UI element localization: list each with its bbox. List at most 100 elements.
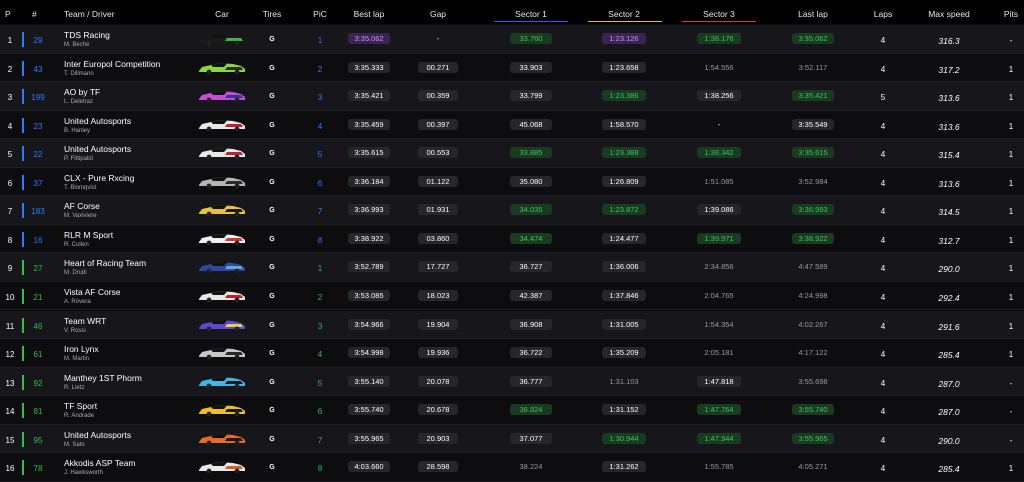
position-in-class: 4 (317, 350, 323, 360)
position: 15 (5, 435, 15, 445)
table-row[interactable]: 2 43 Inter Europol Competition T. Dillmann G… (0, 53, 1024, 83)
gap: 18.023 (418, 289, 458, 301)
table-row[interactable]: 5 22 United Autosports P. Fittipaldi G 5 3:35.… (0, 139, 1024, 168)
tire-compound: G (269, 264, 275, 272)
col-tires[interactable]: Tires (263, 9, 282, 19)
col-pic[interactable]: PiC (313, 9, 327, 19)
col-pits[interactable]: Pits (1004, 9, 1018, 19)
table-row[interactable]: 13 92 Manthey 1ST Phorm R. Lietz G 5 3:55.140 2… (0, 367, 1024, 397)
sector1-time: 38.224 (519, 462, 543, 472)
car-number: 22 (33, 150, 43, 160)
team-name: Heart of Racing Team (64, 258, 147, 269)
col-laps[interactable]: Laps (874, 9, 892, 19)
car-livery-icon (197, 432, 247, 446)
max-speed: 313.6 (938, 121, 960, 132)
col-sector2[interactable]: Sector 2 (608, 9, 640, 19)
gap: 20.903 (418, 432, 458, 444)
last-lap: 4:17.122 (798, 348, 828, 358)
laps: 4 (880, 36, 886, 45)
driver-name: R. Cullen (64, 241, 89, 248)
pit-stops: 1 (1008, 93, 1014, 103)
col-sector1[interactable]: Sector 1 (515, 9, 547, 19)
driver-name: M. Martin (64, 356, 90, 363)
col-sector3[interactable]: Sector 3 (703, 9, 735, 19)
col-best-lap[interactable]: Best lap (354, 9, 385, 19)
gap: 28.598 (418, 461, 458, 473)
laps: 4 (880, 178, 886, 188)
tire-compound: G (269, 150, 275, 158)
table-row[interactable]: 4 23 United Autosports B. Hanley G 4 3:35.459 0… (0, 110, 1024, 140)
last-lap: 3:38.922 (792, 232, 834, 244)
best-lap: 3:54.966 (348, 318, 390, 330)
col-p[interactable]: P (5, 9, 11, 19)
position-in-class: 4 (317, 121, 323, 131)
position-in-class: 1 (317, 264, 323, 274)
position-in-class: 3 (317, 93, 323, 103)
gap: 19.936 (418, 347, 458, 359)
sector1-time: 33.760 (510, 33, 552, 44)
col-last-lap[interactable]: Last lap (798, 9, 828, 19)
position: 1 (7, 36, 13, 45)
class-bar (22, 60, 24, 76)
best-lap: 3:35.615 (348, 147, 390, 159)
tire-compound: G (269, 350, 275, 358)
col-car[interactable]: Car (215, 9, 229, 19)
col-number[interactable]: # (32, 9, 37, 19)
table-row[interactable]: 9 27 Heart of Racing Team M. Drudi G 1 3:52.78… (0, 253, 1024, 282)
team-name: Inter Europol Competition (64, 58, 161, 69)
position: 5 (7, 150, 13, 160)
col-max-speed[interactable]: Max speed (928, 9, 970, 19)
last-lap: 3:55.698 (798, 376, 828, 386)
car-number: 21 (33, 292, 43, 302)
sector3-time: 1:54.354 (704, 319, 734, 329)
sector3-time: 1:47.818 (697, 375, 741, 387)
laps: 4 (880, 292, 886, 302)
laps: 4 (880, 235, 886, 245)
table-row[interactable]: 12 61 Iron Lynx M. Martin G 4 3:54.998 19.936 36… (0, 339, 1024, 368)
best-lap: 3:54.998 (348, 347, 390, 359)
table-row[interactable]: 6 37 CLX - Pure Rxcing T. Blomqvist G 6 3:36.1… (0, 167, 1024, 197)
sector3-time: 1:54.556 (704, 62, 734, 72)
car-livery-icon (197, 32, 247, 46)
pit-stops: 1 (1008, 235, 1014, 245)
laps: 4 (880, 264, 886, 274)
car-number: 81 (33, 407, 43, 417)
max-speed: 314.5 (938, 207, 960, 218)
last-lap: 3:52.984 (798, 176, 828, 186)
max-speed: 312.7 (938, 235, 960, 246)
best-lap: 3:55.965 (348, 432, 390, 444)
table-row[interactable]: 16 78 Akkodis ASP Team J. Hawksworth G 8 4:03.… (0, 453, 1024, 482)
team-name: AO by TF (64, 87, 101, 98)
car-livery-icon (197, 175, 247, 189)
car-number: 92 (33, 378, 43, 388)
col-team-driver[interactable]: Team / Driver (64, 9, 115, 19)
gap: 20.078 (418, 375, 458, 387)
table-row[interactable]: 8 16 RLR M Sport R. Cullen G 8 3:38.922 03.860 3… (0, 224, 1024, 254)
position-in-class: 6 (317, 178, 323, 188)
col-gap[interactable]: Gap (430, 9, 446, 19)
car-livery-icon (197, 318, 247, 332)
max-speed: 315.4 (938, 150, 960, 161)
sector3-time: - (717, 119, 721, 129)
tire-compound: G (269, 207, 275, 215)
table-row[interactable]: 1 29 TDS Racing M. Beche G 1 3:35.062 - 33.760 1:… (0, 25, 1024, 54)
last-lap: 3:35.549 (792, 118, 834, 130)
pit-stops: 1 (1008, 292, 1014, 302)
table-row[interactable]: 15 95 United Autosports M. Sato G 7 3:55.965 20… (0, 424, 1024, 454)
position: 8 (7, 235, 13, 245)
table-row[interactable]: 14 81 TF Sport R. Andrade G 6 3:55.740 20.678 36… (0, 396, 1024, 425)
gap: 03.860 (418, 232, 458, 244)
driver-name: V. Rossi (64, 327, 86, 334)
table-row[interactable]: 11 46 Team WRT V. Rossi G 3 3:54.966 19.904 36.9… (0, 310, 1024, 340)
driver-name: T. Blomqvist (64, 184, 97, 191)
position: 4 (7, 121, 13, 131)
table-row[interactable]: 7 183 AF Corse M. Vaxiviere G 7 3:36.993 01.931… (0, 196, 1024, 225)
pit-stops: - (1009, 407, 1013, 417)
tire-compound: G (269, 235, 275, 243)
table-row[interactable]: 10 21 Vista AF Corse A. Rovera G 2 3:53.085 18.… (0, 281, 1024, 311)
gap: 00.553 (418, 147, 458, 159)
position-in-class: 3 (317, 321, 323, 331)
position-in-class: 8 (317, 464, 323, 474)
team-name: Team WRT (64, 315, 107, 326)
table-row[interactable]: 3 199 AO by TF L. Deletraz G 3 3:35.421 00.359 3… (0, 82, 1024, 111)
